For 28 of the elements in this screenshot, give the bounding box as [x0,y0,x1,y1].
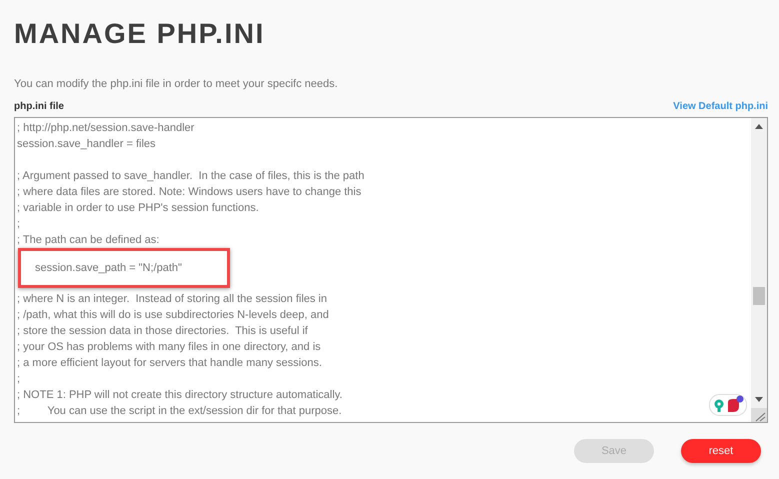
scroll-thumb[interactable] [753,287,765,305]
extension-icon[interactable] [709,394,747,416]
code-line: ; /path, what this will do is use subdirectories N-levels deep, and [17,308,329,323]
field-label: php.ini file [14,101,64,112]
code-line: ; [17,372,20,387]
code-line: ; store the session data in those directories. This is useful if [17,324,308,339]
code-line: ; variable in order to use PHP's session functions. [17,201,259,216]
action-button[interactable]: reset [681,439,761,463]
code-line: ; your OS has problems with many files in one directory, and is [17,340,321,355]
scrollbar[interactable] [751,118,767,422]
code-line: ; You can use the script in the ext/session dir for that purpose. [17,404,342,419]
code-line: ; where N is an integer. Instead of storing all the session files in [17,292,327,307]
code-line: ; a more efficient layout for servers that handle many sessions. [17,356,322,371]
code-line: ; http://php.net/session.save-handler [17,121,194,136]
code-line: session.save_handler = files [17,137,156,152]
code-line: ; Argument passed to save_handler. In the case of files, this is the path [17,169,364,184]
code-editor[interactable] [14,117,768,423]
code-line: ; [17,217,20,232]
resize-grip-icon[interactable] [751,408,767,422]
code-line: ; where data files are stored. Note: Windows users have to change this [17,185,362,200]
page-title: MANAGE PHP.INI [14,18,266,50]
code-line: session.save_path = "N;/path" [35,261,182,276]
code-line: ; NOTE 1: PHP will not create this directory structure automatically. [17,388,342,403]
scroll-down-icon[interactable] [755,397,763,402]
code-line: ; The path can be defined as: [17,233,160,248]
scroll-up-icon[interactable] [755,124,763,129]
view-default-link[interactable]: View Default php.ini [673,101,768,112]
page-description: You can modify the php.ini file in order to meet your specifc needs. [14,77,339,91]
